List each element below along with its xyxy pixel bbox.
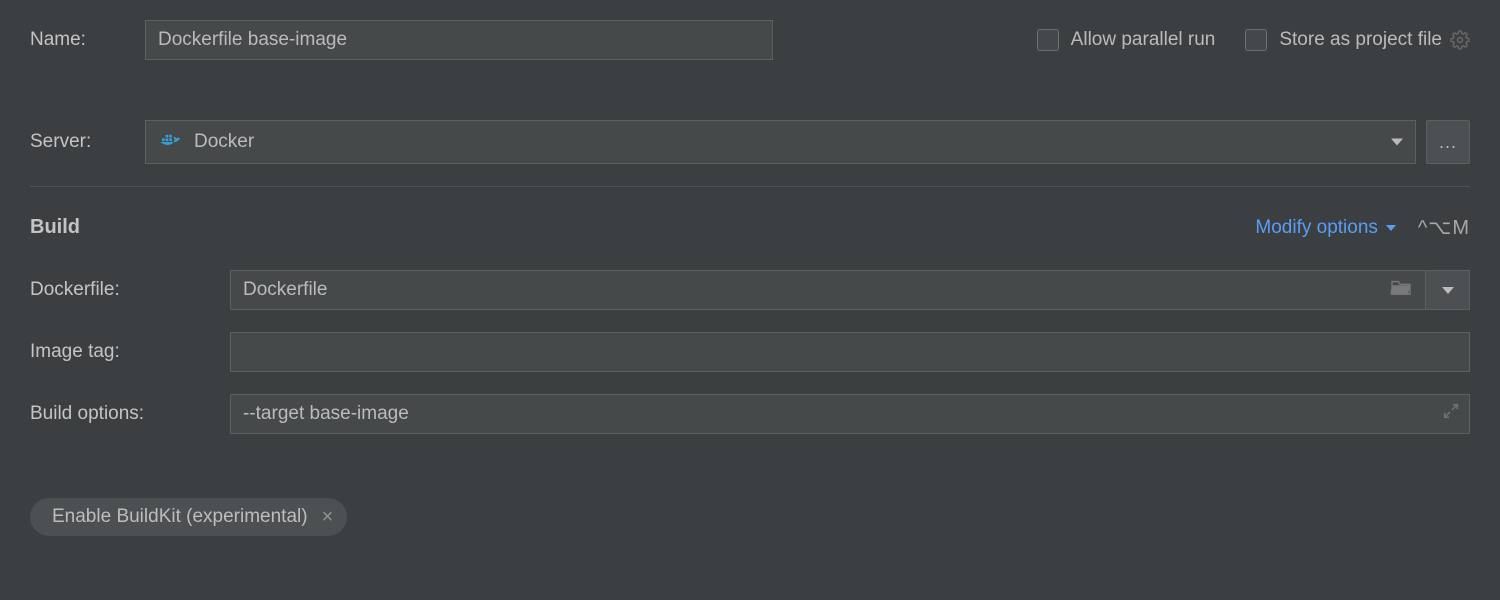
folder-icon[interactable] (1390, 278, 1412, 302)
modify-options-label: Modify options (1255, 217, 1378, 239)
dockerfile-input[interactable] (230, 270, 1426, 310)
allow-parallel-run-checkbox[interactable]: Allow parallel run (1037, 29, 1216, 51)
store-project-label: Store as project file (1279, 29, 1442, 51)
server-select[interactable]: Docker (145, 120, 1416, 164)
name-row: Name: Allow parallel run Store as projec… (30, 20, 1470, 60)
modify-options-shortcut: ^⌥M (1418, 215, 1470, 240)
server-browse-button[interactable]: ... (1426, 120, 1470, 164)
build-section-header: Build Modify options ^⌥M (30, 215, 1470, 240)
build-options-label: Build options: (30, 403, 230, 425)
server-row: Server: Docker ... (30, 120, 1470, 164)
checkbox-box-icon (1037, 29, 1059, 51)
image-tag-label: Image tag: (30, 341, 230, 363)
chevron-down-icon (1386, 225, 1396, 231)
chevron-down-icon (1391, 139, 1403, 146)
checkbox-box-icon (1245, 29, 1267, 51)
build-options-input[interactable] (230, 394, 1470, 434)
gear-icon[interactable] (1450, 30, 1470, 50)
image-tag-row: Image tag: (30, 332, 1470, 372)
name-label: Name: (30, 29, 145, 51)
tag-label: Enable BuildKit (experimental) (52, 506, 308, 528)
build-options-row: Build options: (30, 394, 1470, 434)
build-section-title: Build (30, 216, 80, 239)
ellipsis-icon: ... (1439, 132, 1457, 153)
image-tag-input[interactable] (230, 332, 1470, 372)
server-label: Server: (30, 131, 145, 153)
allow-parallel-label: Allow parallel run (1071, 29, 1216, 51)
server-value: Docker (194, 131, 254, 153)
close-icon[interactable]: × (322, 507, 334, 527)
section-divider (30, 186, 1470, 187)
expand-icon[interactable] (1442, 402, 1460, 426)
docker-icon (160, 133, 182, 151)
dockerfile-dropdown-button[interactable] (1426, 270, 1470, 310)
modify-options-link[interactable]: Modify options (1255, 217, 1396, 239)
chevron-down-icon (1442, 287, 1454, 294)
store-as-project-file-checkbox[interactable]: Store as project file (1245, 29, 1442, 51)
dockerfile-row: Dockerfile: (30, 270, 1470, 310)
enable-buildkit-tag[interactable]: Enable BuildKit (experimental) × (30, 498, 347, 536)
dockerfile-label: Dockerfile: (30, 279, 230, 301)
name-input[interactable] (145, 20, 773, 60)
